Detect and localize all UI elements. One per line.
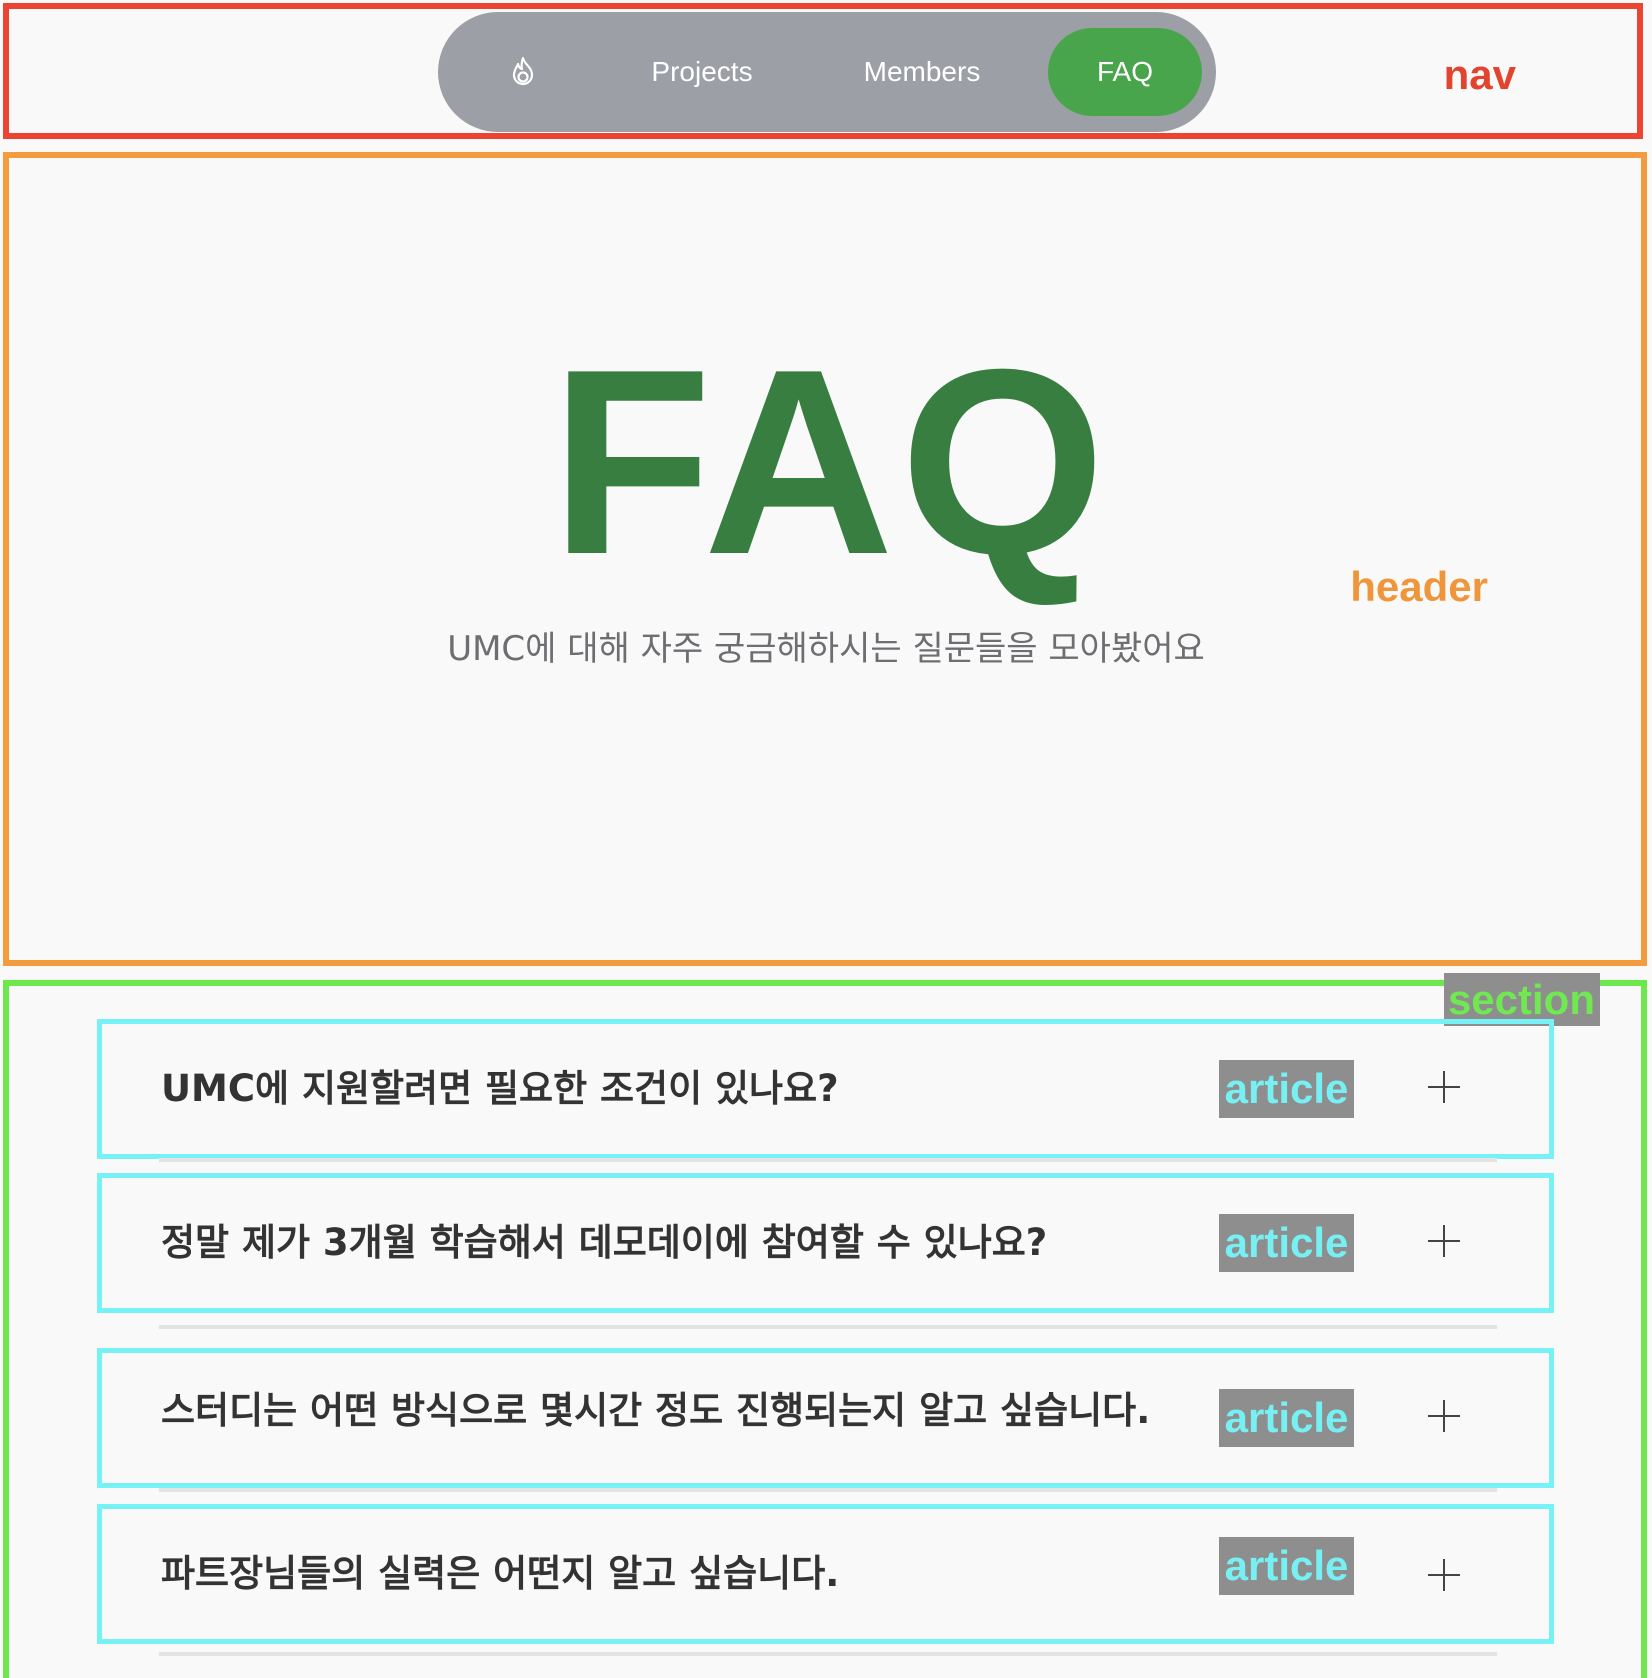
flame-icon[interactable] (506, 55, 540, 89)
divider (159, 1325, 1497, 1329)
header-tag-label: header (1350, 563, 1488, 610)
page-title: FAQ (550, 314, 1112, 609)
divider (159, 1158, 1497, 1162)
article-tag-label: article (1219, 1537, 1354, 1595)
plus-icon[interactable] (1424, 1221, 1464, 1261)
plus-icon[interactable] (1424, 1396, 1464, 1436)
faq-item[interactable]: 파트장님들의 실력은 어떤지 알고 싶습니다. article (97, 1504, 1554, 1644)
faq-question: UMC에 지원할려면 필요한 조건이 있나요? (161, 1067, 839, 1110)
divider (159, 1652, 1497, 1656)
plus-icon[interactable] (1424, 1067, 1464, 1107)
faq-item[interactable]: UMC에 지원할려면 필요한 조건이 있나요? article (97, 1019, 1554, 1159)
plus-icon[interactable] (1424, 1555, 1464, 1595)
divider (159, 1488, 1497, 1492)
page-subtitle: UMC에 대해 자주 궁금해하시는 질문들을 모아봤어요 (447, 629, 1205, 669)
article-tag-label: article (1219, 1214, 1354, 1272)
article-tag-label: article (1219, 1389, 1354, 1447)
nav-tag-label: nav (1443, 51, 1516, 98)
faq-item[interactable]: 정말 제가 3개월 학습해서 데모데이에 참여할 수 있나요? article (97, 1173, 1554, 1313)
faq-question: 정말 제가 3개월 학습해서 데모데이에 참여할 수 있나요? (161, 1221, 1048, 1264)
faq-question: 스터디는 어떤 방식으로 몇시간 정도 진행되는지 알고 싶습니다. (161, 1389, 1151, 1432)
nav-link-faq[interactable]: FAQ (1048, 28, 1202, 116)
nav-bar: Projects Members FAQ (438, 12, 1216, 132)
page: Projects Members FAQ nav FAQ UMC에 대해 자주 … (0, 0, 1652, 1678)
nav-link-projects[interactable]: Projects (616, 12, 788, 132)
faq-item[interactable]: 스터디는 어떤 방식으로 몇시간 정도 진행되는지 알고 싶습니다. artic… (97, 1348, 1554, 1488)
article-tag-label: article (1219, 1060, 1354, 1118)
faq-question: 파트장님들의 실력은 어떤지 알고 싶습니다. (161, 1552, 840, 1595)
nav-link-members[interactable]: Members (836, 12, 1008, 132)
